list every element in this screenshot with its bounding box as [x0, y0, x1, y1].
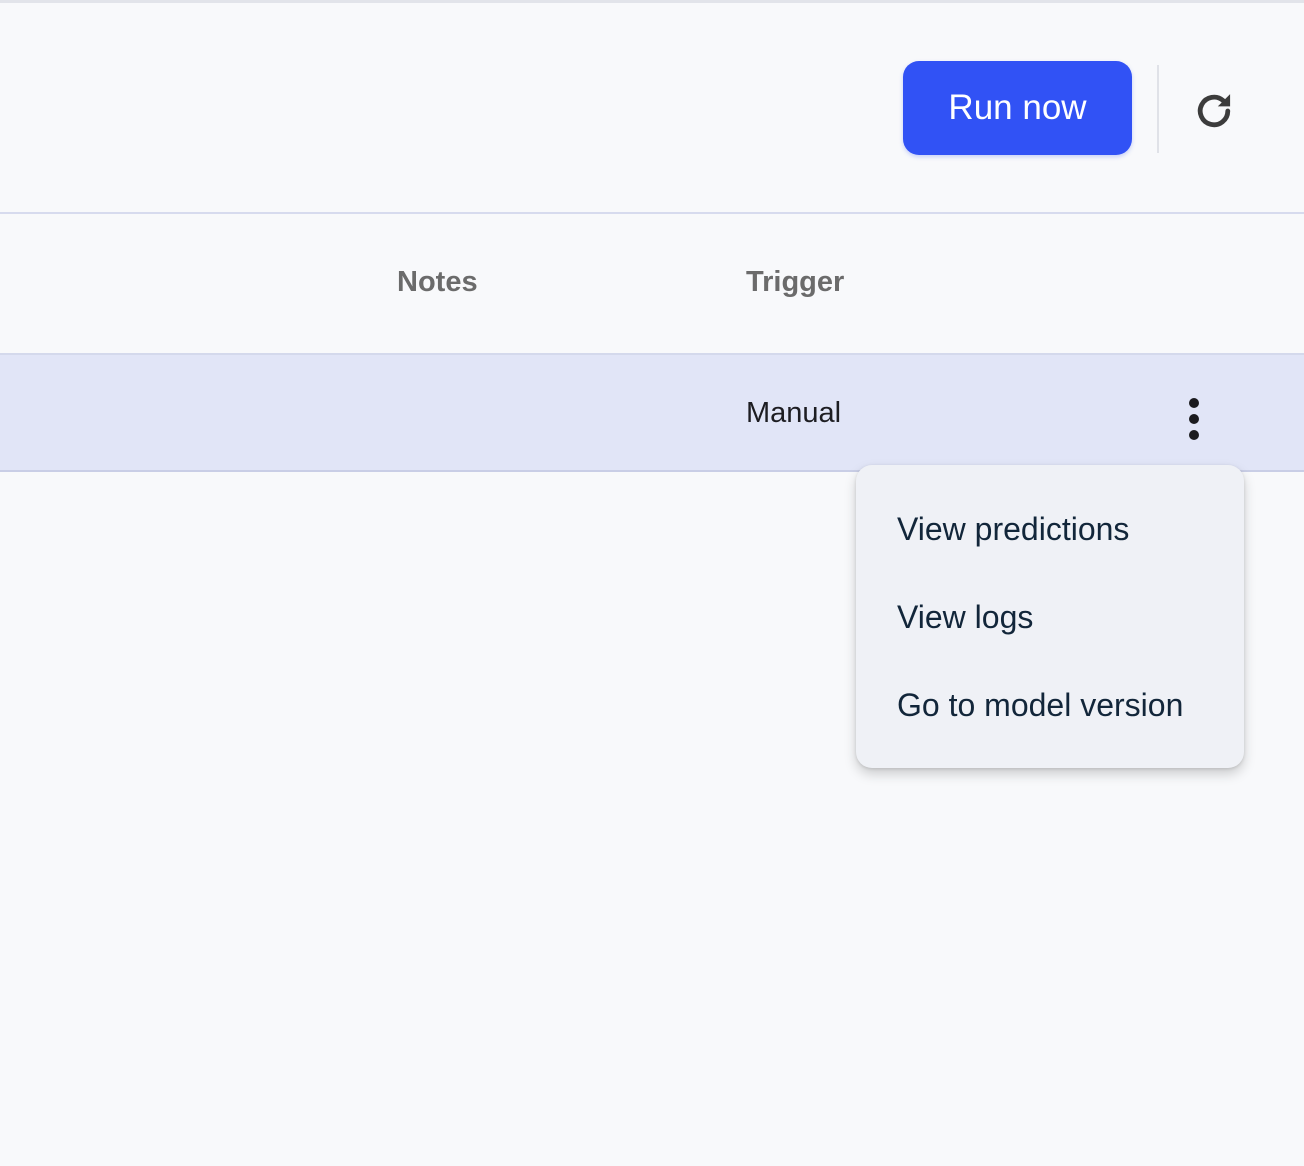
- menu-item-go-to-model-version[interactable]: Go to model version: [856, 661, 1244, 749]
- table-header: Notes Trigger: [0, 214, 1304, 353]
- run-now-button[interactable]: Run now: [903, 61, 1132, 155]
- table-row[interactable]: Manual: [0, 353, 1304, 472]
- menu-item-view-predictions[interactable]: View predictions: [856, 485, 1244, 573]
- trigger-cell: Manual: [746, 397, 842, 429]
- refresh-icon: [1197, 94, 1231, 128]
- toolbar: Run now: [0, 3, 1304, 213]
- refresh-button[interactable]: [1186, 83, 1242, 139]
- toolbar-divider: [1157, 65, 1159, 153]
- row-actions-menu: View predictions View logs Go to model v…: [856, 465, 1244, 768]
- column-header-notes: Notes: [397, 266, 478, 298]
- menu-item-view-logs[interactable]: View logs: [856, 573, 1244, 661]
- row-actions-button[interactable]: [1170, 393, 1218, 445]
- column-header-trigger: Trigger: [746, 266, 845, 298]
- more-vertical-icon: [1189, 398, 1199, 440]
